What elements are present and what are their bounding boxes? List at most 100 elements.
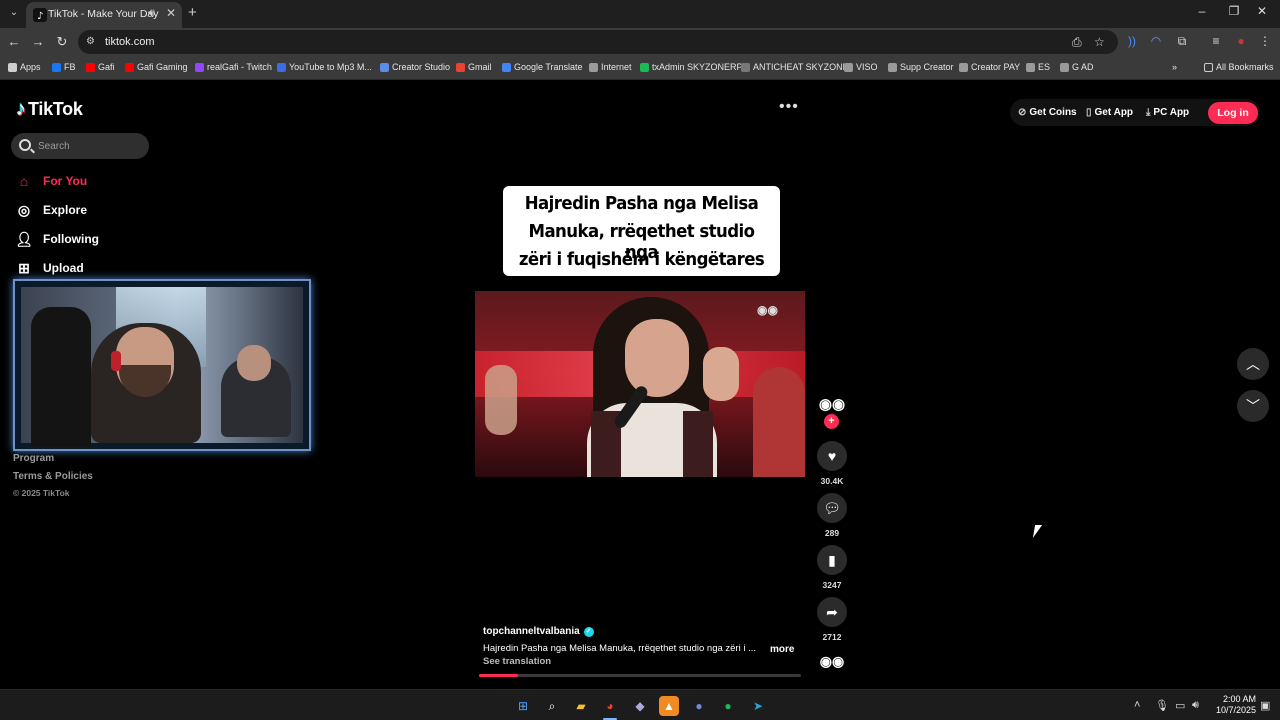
tray-chevron-icon[interactable]: ˄ (1134, 699, 1140, 711)
nav-explore[interactable]: ◎ Explore (16, 202, 87, 218)
bookmark-favicon-icon (844, 62, 853, 72)
login-button[interactable]: Log in (1208, 102, 1258, 124)
caption-more-link[interactable]: more (770, 644, 794, 655)
bookmark-favicon-icon (888, 62, 897, 72)
start-windows-icon[interactable]: ⊞ (513, 696, 533, 716)
follow-plus-icon[interactable]: + (824, 414, 839, 429)
chevron-down-icon: ﹀ (1246, 398, 1260, 414)
forward-button[interactable]: → (30, 34, 46, 50)
comment-button[interactable]: 💬︎ (817, 493, 847, 523)
bookmarks-overflow-icon[interactable]: » (1172, 62, 1177, 72)
telegram-icon[interactable]: ➤ (748, 696, 768, 716)
nav-following[interactable]: 👤︎ Following (15, 230, 99, 247)
footer-program-link[interactable]: Program (13, 453, 54, 464)
author-username[interactable]: topchanneltvalbania ✓ (483, 626, 594, 637)
previous-video-button[interactable]: ︿ (1237, 348, 1269, 380)
video-progress-bar[interactable] (479, 674, 801, 677)
bookmark-item[interactable]: Apps (8, 62, 41, 72)
pc-app-link[interactable]: ⤓ PC App (1146, 107, 1189, 118)
all-bookmarks-button[interactable]: All Bookmarks (1204, 62, 1274, 72)
active-tab[interactable]: ♪ TikTok - Make Your Day 🔊︎ ✕ (26, 2, 182, 28)
bookmark-label: Google Translate (514, 62, 583, 72)
app-orange-icon[interactable]: ▲ (659, 696, 679, 716)
file-explorer-icon[interactable]: ▰ (571, 696, 591, 716)
save-button[interactable]: ▮ (817, 545, 847, 575)
discord-icon[interactable]: ● (689, 696, 709, 716)
bookmark-item[interactable]: Internet (589, 62, 632, 72)
bookmark-item[interactable]: FB (52, 62, 76, 72)
get-app-link[interactable]: ▯ Get App (1086, 107, 1133, 118)
video-progress-fill (479, 674, 518, 677)
footer-terms-link[interactable]: Terms & Policies (13, 471, 93, 482)
network-icon[interactable]: ▭ (1175, 699, 1185, 712)
like-count: 30.4K (820, 476, 844, 486)
like-button[interactable]: ♥ (817, 441, 847, 471)
bookmark-item[interactable]: ES (1026, 62, 1050, 72)
bookmark-favicon-icon (456, 62, 465, 72)
bookmark-star-icon[interactable]: ☆ (1094, 35, 1105, 49)
bookmark-favicon-icon (1026, 62, 1035, 72)
bookmark-item[interactable]: Gafi (86, 62, 115, 72)
video-player[interactable]: ◉◉ (475, 291, 805, 477)
music-disc-icon[interactable]: ◉◉ (818, 653, 846, 673)
extensions-puzzle-icon[interactable]: ⧉ (1174, 34, 1190, 49)
webcam-room (21, 287, 303, 447)
bookmark-label: Gafi (98, 62, 115, 72)
comment-icon: 💬︎ (823, 500, 841, 516)
reload-button[interactable]: ↻ (54, 34, 70, 50)
get-coins-link[interactable]: ⊘ Get Coins (1018, 107, 1077, 118)
bookmark-item[interactable]: VISO (844, 62, 878, 72)
share-button[interactable]: ➦ (817, 597, 847, 627)
bookmark-item[interactable]: Gmail (456, 62, 492, 72)
bookmark-favicon-icon (195, 62, 204, 72)
bookmark-item[interactable]: ANTICHEAT SKYZONE (741, 62, 849, 72)
close-window-button[interactable]: ✕ (1252, 4, 1272, 18)
copyright-text: © 2025 TikTok (13, 488, 70, 498)
nav-upload-label: Upload (43, 261, 84, 275)
nav-for-you[interactable]: ⌂ For You (16, 173, 87, 189)
bookmark-item[interactable]: YouTube to Mp3 M... (277, 62, 372, 72)
address-bar[interactable]: ⚙︎ tiktok.com ⎙ ☆ (78, 30, 1118, 54)
tab-search-button[interactable]: ⌄ (6, 5, 22, 21)
see-translation-link[interactable]: See translation (483, 656, 551, 667)
back-button[interactable]: ← (6, 34, 22, 50)
share-icon: ➦ (826, 604, 838, 620)
search-input[interactable]: Search (11, 133, 149, 159)
bookmark-item[interactable]: Google Translate (502, 62, 583, 72)
next-video-button[interactable]: ﹀ (1237, 390, 1269, 422)
install-app-icon[interactable]: ⎙ (1072, 35, 1082, 50)
steam-icon[interactable]: ◆ (630, 696, 650, 716)
bookmark-item[interactable]: Creator Studio (380, 62, 450, 72)
restore-button[interactable]: ❐ (1224, 4, 1244, 18)
more-options-icon[interactable]: ••• (779, 98, 799, 116)
bookmark-item[interactable]: Supp Creator (888, 62, 954, 72)
site-info-icon[interactable]: ⚙︎ (86, 35, 100, 49)
profile-avatar[interactable]: ● (1233, 34, 1249, 48)
minimize-button[interactable]: – (1192, 4, 1212, 18)
bookmark-item[interactable]: Creator PAY (959, 62, 1020, 72)
following-icon: 👤︎ (15, 230, 33, 247)
tab-audio-icon[interactable]: 🔊︎ (148, 7, 155, 20)
bookmark-item[interactable]: realGafi - Twitch (195, 62, 272, 72)
tiktok-logo[interactable]: ♪ TikTok (16, 98, 83, 121)
new-tab-button[interactable]: + (188, 5, 197, 21)
nav-upload[interactable]: ⊞ Upload (16, 260, 84, 276)
chrome-menu-icon[interactable]: ⋮ (1257, 34, 1273, 48)
spotify-icon[interactable]: ● (718, 696, 738, 716)
bookmark-item[interactable]: Gafi Gaming (125, 62, 188, 72)
volume-icon[interactable]: 🔊︎ (1192, 699, 1199, 712)
upload-icon: ⊞ (18, 259, 30, 276)
tab-close-icon[interactable]: ✕ (166, 6, 176, 20)
extension-vpn-icon[interactable]: ◠ (1148, 34, 1164, 48)
chrome-icon[interactable]: ◕ (600, 696, 620, 716)
title-line-1: Hajredin Pasha nga Melisa (524, 193, 759, 214)
bookmark-item[interactable]: txAdmin SKYZONERP (640, 62, 743, 72)
microphone-icon[interactable]: 🎙︎ (1155, 699, 1169, 712)
comment-count: 289 (824, 528, 840, 538)
bookmark-item[interactable]: G AD (1060, 62, 1094, 72)
media-control-icon[interactable]: ≡ (1208, 34, 1224, 48)
search-taskbar-icon[interactable]: ⌕ (542, 696, 562, 716)
system-clock[interactable]: 2:00 AM 10/7/2025 (1208, 694, 1256, 716)
notifications-icon[interactable]: ▣ (1260, 699, 1270, 712)
extension-audio-icon[interactable]: )) (1124, 34, 1140, 48)
